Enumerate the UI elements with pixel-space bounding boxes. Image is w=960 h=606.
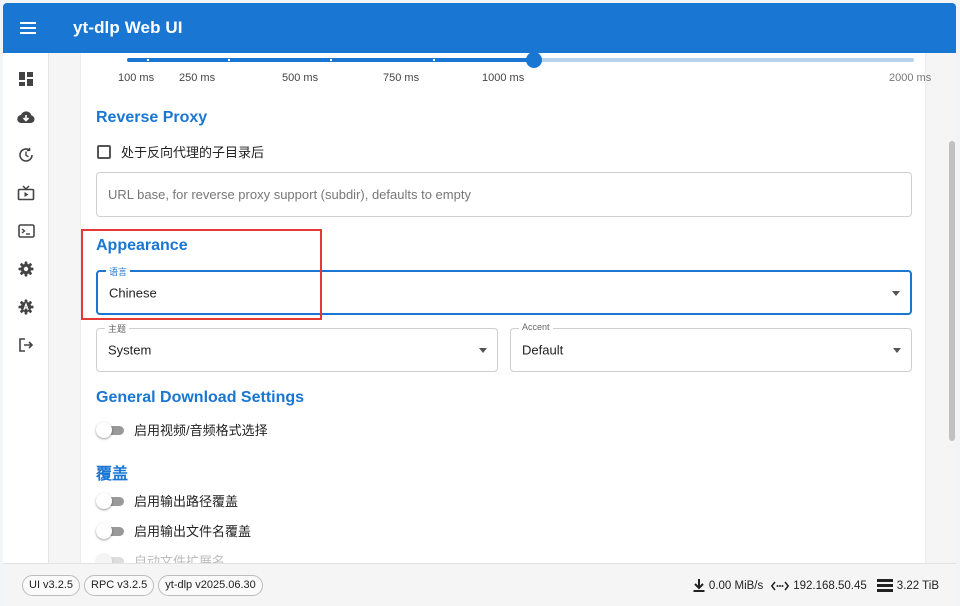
overrides-title: 覆盖 — [96, 466, 129, 483]
status-footer: UI v3.2.5 RPC v3.2.5 yt-dlp v2025.06.30 … — [3, 563, 956, 606]
output-path-switch[interactable] — [96, 492, 124, 509]
sidebar-item-advanced-settings[interactable] — [3, 289, 49, 325]
settings-suggest-icon — [18, 299, 34, 315]
polling-slider[interactable] — [127, 53, 914, 68]
format-selection-switch[interactable] — [96, 421, 124, 438]
sidebar-item-history[interactable] — [3, 137, 49, 173]
slider-tick — [147, 59, 149, 61]
history-icon — [19, 147, 33, 162]
code-arrows-icon — [771, 581, 790, 590]
slider-thumb[interactable] — [526, 53, 542, 68]
sidebar-item-dashboard[interactable] — [3, 61, 49, 97]
slider-tick — [228, 59, 230, 61]
sidebar-item-logout[interactable] — [3, 327, 49, 363]
sidebar-item-livestream[interactable] — [3, 175, 49, 211]
sidebar-item-downloads[interactable] — [3, 99, 49, 135]
rpc-version-chip: RPC v3.2.5 — [84, 574, 155, 596]
format-selection-label: 启用视频/音频格式选择 — [134, 423, 268, 438]
reverse-proxy-checkbox-row[interactable]: 处于反向代理的子目录后 — [97, 142, 264, 161]
scrollbar[interactable] — [948, 53, 956, 563]
download-speed: 0.00 MiB/s — [708, 579, 764, 592]
format-selection-toggle-row[interactable]: 启用视频/音频格式选择 — [96, 420, 268, 439]
ui-version-chip: UI v3.2.5 — [22, 574, 81, 596]
dashboard-icon — [19, 72, 33, 86]
app-bar: yt-dlp Web UI — [3, 3, 956, 53]
terminal-icon — [17, 224, 35, 238]
download-icon — [693, 579, 705, 592]
output-filename-toggle-row[interactable]: 启用输出文件名覆盖 — [96, 521, 251, 540]
reverse-proxy-title: Reverse Proxy — [96, 109, 208, 126]
accent-select[interactable]: Accent Default — [510, 322, 912, 372]
reverse-proxy-checkbox[interactable] — [97, 144, 111, 159]
settings-panel: 100 ms 250 ms 500 ms 750 ms 1000 ms 2000… — [80, 53, 931, 563]
reverse-proxy-url-input[interactable]: URL base, for reverse proxy support (sub… — [96, 172, 912, 217]
app-title: yt-dlp Web UI — [73, 18, 183, 37]
output-path-label: 启用输出路径覆盖 — [134, 494, 239, 509]
slider-tick-label: 1000 ms — [482, 72, 525, 84]
slider-tick — [433, 59, 435, 61]
language-select[interactable]: 语言 Chinese — [96, 265, 912, 315]
theme-select-value: System — [108, 342, 152, 358]
chevron-down-icon — [893, 348, 901, 353]
theme-select[interactable]: 主题 System — [96, 322, 498, 372]
language-select-label: 语言 — [106, 265, 131, 278]
version-chips: UI v3.2.5 RPC v3.2.5 yt-dlp v2025.06.30 — [22, 574, 267, 596]
accent-select-label: Accent — [519, 322, 553, 332]
chevron-down-icon — [892, 290, 900, 296]
language-select-value: Chinese — [109, 285, 157, 300]
storage-free: 3.22 TiB — [896, 579, 939, 592]
sidebar — [3, 53, 49, 563]
output-filename-switch[interactable] — [96, 522, 124, 539]
reverse-proxy-checkbox-label: 处于反向代理的子目录后 — [121, 145, 265, 160]
sidebar-item-terminal[interactable] — [3, 213, 49, 249]
sidebar-item-settings[interactable] — [3, 251, 49, 287]
accent-select-value: Default — [522, 342, 564, 358]
cloud-download-icon — [17, 111, 35, 124]
output-filename-label: 启用输出文件名覆盖 — [134, 524, 252, 539]
output-path-toggle-row[interactable]: 启用输出路径覆盖 — [96, 491, 238, 510]
slider-tick — [330, 59, 332, 61]
storage-icon — [876, 579, 893, 592]
settings-icon — [18, 261, 34, 277]
ip-address: 192.168.50.45 — [793, 579, 867, 592]
slider-tick-label: 750 ms — [383, 72, 420, 84]
theme-select-label: 主题 — [105, 322, 130, 335]
general-download-settings-title: General Download Settings — [96, 389, 305, 406]
slider-tick-label: 250 ms — [179, 72, 216, 84]
menu-button[interactable] — [3, 3, 53, 53]
live-tv-icon — [17, 185, 35, 201]
slider-tick-label: 100 ms — [118, 72, 155, 84]
auto-extension-label: 自动文件扩展名 — [134, 554, 226, 563]
menu-icon — [20, 22, 36, 34]
settings-content[interactable]: 100 ms 250 ms 500 ms 750 ms 1000 ms 2000… — [49, 53, 956, 563]
status-stats: 0.00 MiB/s 192.168.50.45 3.22 TiB — [693, 564, 939, 606]
slider-tick-label: 500 ms — [282, 72, 319, 84]
auto-extension-toggle-row: 自动文件扩展名 — [96, 551, 225, 563]
slider-tick-label: 2000 ms — [889, 72, 932, 84]
scrollbar-thumb[interactable] — [949, 141, 955, 441]
ytdlp-version-chip: yt-dlp v2025.06.30 — [158, 574, 263, 596]
auto-extension-switch — [96, 552, 124, 563]
chevron-down-icon — [479, 348, 487, 353]
appearance-title: Appearance — [96, 237, 188, 254]
logout-icon — [19, 338, 34, 352]
